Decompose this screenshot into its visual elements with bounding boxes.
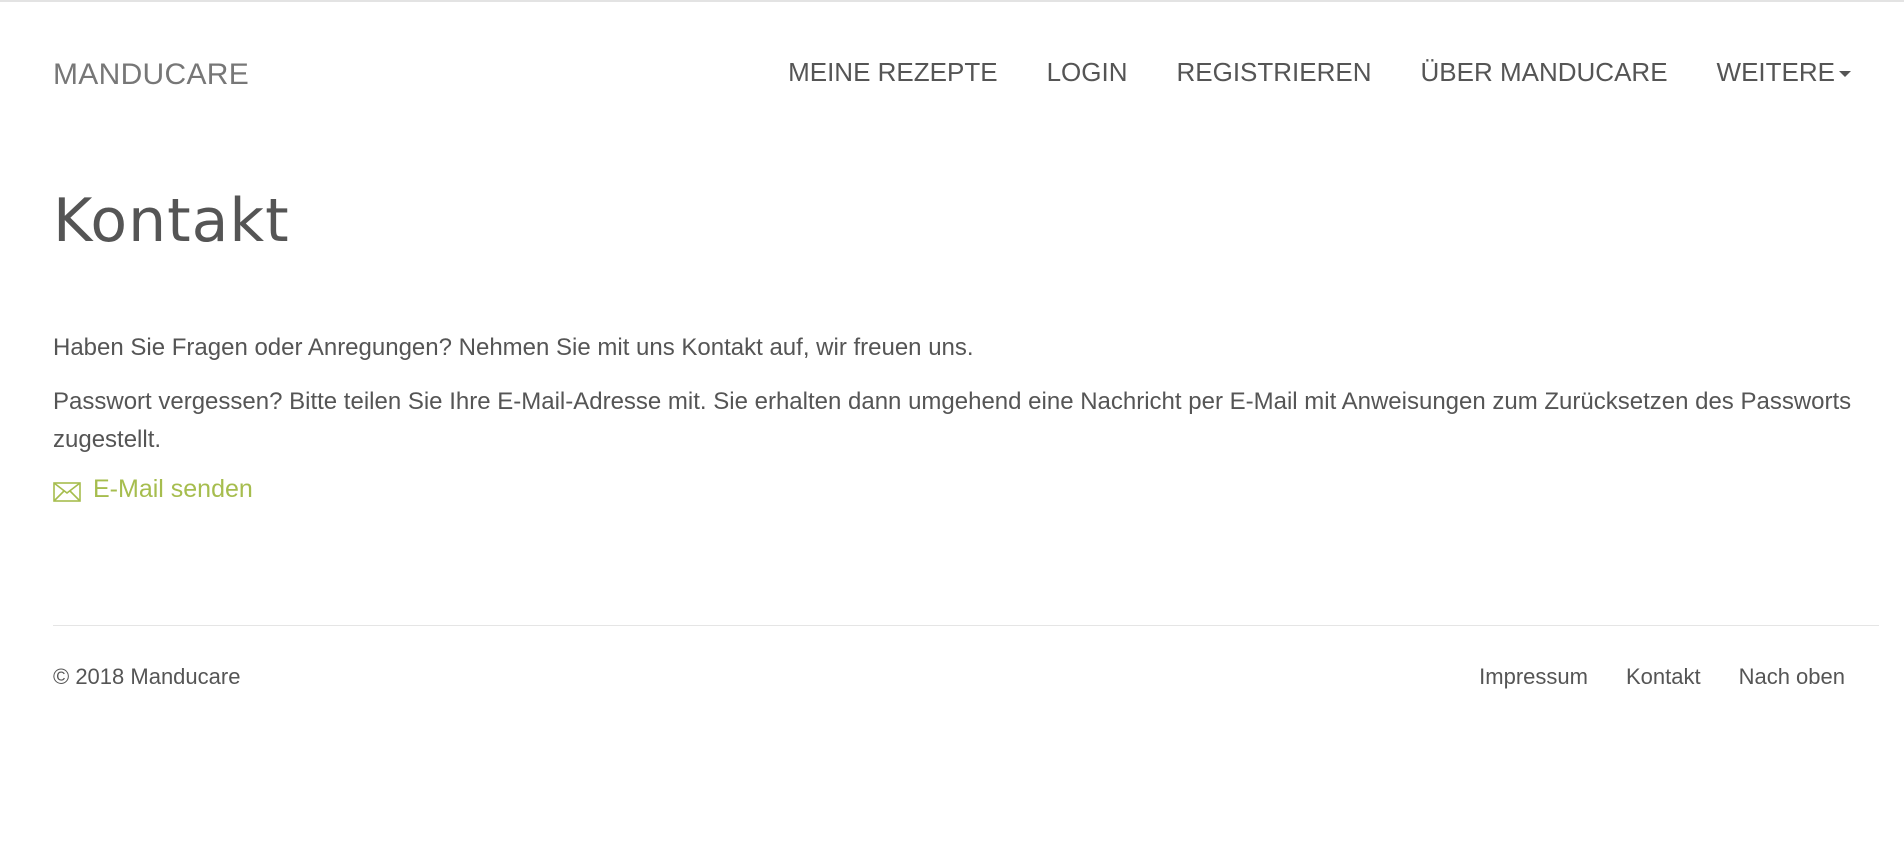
copyright-text: © 2018 Manducare (53, 664, 241, 689)
page-title: Kontakt (53, 186, 290, 256)
nav-item-register[interactable]: REGISTRIEREN (1176, 57, 1371, 88)
footer-link-back-to-top[interactable]: Nach oben (1739, 664, 1845, 690)
send-email-link[interactable]: E-Mail senden (53, 475, 1853, 504)
caret-down-icon (1839, 70, 1851, 77)
nav-item-my-recipes[interactable]: MEINE REZEPTE (788, 57, 997, 88)
footer-link-contact[interactable]: Kontakt (1626, 664, 1701, 690)
nav-item-label: MEINE REZEPTE (788, 57, 998, 87)
main-nav: MEINE REZEPTE LOGIN REGISTRIEREN ÜBER MA… (739, 57, 1851, 88)
nav-item-label: REGISTRIEREN (1176, 57, 1372, 87)
nav-item-login[interactable]: LOGIN (1047, 57, 1128, 88)
footer-nav: Impressum Kontakt Nach oben (1441, 664, 1845, 690)
main-content: Kontakt Haben Sie Fragen oder Anregungen… (53, 185, 1853, 504)
nav-item-label: LOGIN (1046, 57, 1128, 87)
send-email-label: E-Mail senden (93, 475, 253, 503)
footer-divider (53, 625, 1879, 626)
intro-text: Haben Sie Fragen oder Anregungen? Nehmen… (53, 334, 974, 361)
navbar: MANDUCARE MEINE REZEPTE LOGIN REGISTRIER… (0, 2, 1904, 142)
nav-item-about[interactable]: ÜBER MANDUCARE (1421, 57, 1668, 88)
nav-item-more-dropdown[interactable]: WEITERE (1717, 57, 1851, 88)
envelope-icon (53, 480, 81, 502)
brand-logo[interactable]: MANDUCARE (53, 58, 249, 92)
nav-item-label: WEITERE (1716, 57, 1835, 87)
password-note-text: Passwort vergessen? Bitte teilen Sie Ihr… (53, 388, 1852, 453)
footer-link-imprint[interactable]: Impressum (1479, 664, 1588, 690)
nav-item-label: ÜBER MANDUCARE (1420, 57, 1668, 87)
